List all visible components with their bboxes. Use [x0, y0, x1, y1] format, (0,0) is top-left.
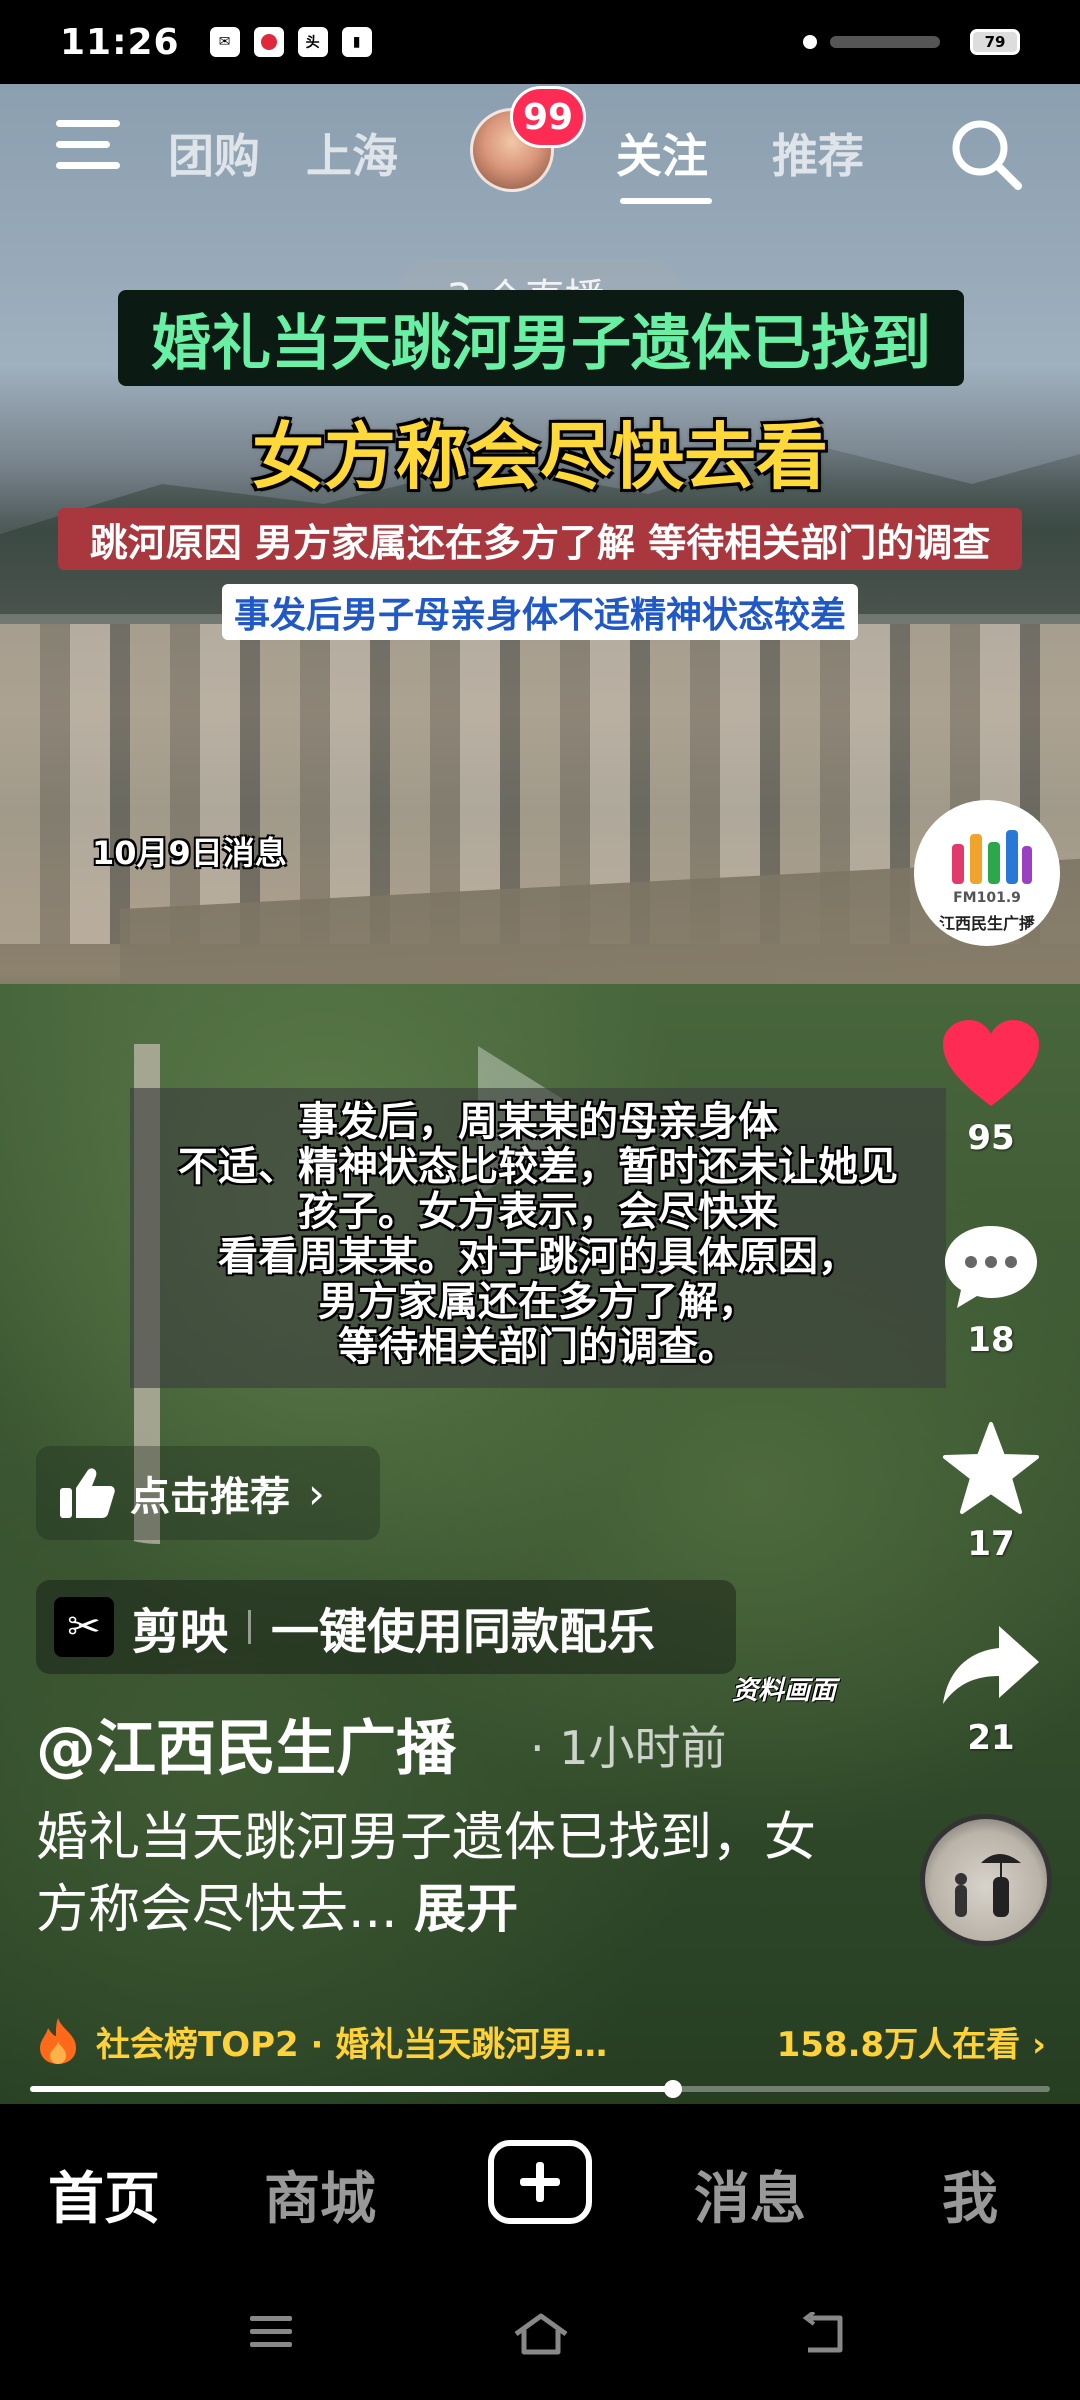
- share-arrow-icon: [943, 1626, 1039, 1704]
- tab-home[interactable]: 首页: [48, 2154, 160, 2235]
- bottom-tab-bar: 首页 商城 消息 我: [0, 2104, 1080, 2274]
- progress-knob[interactable]: [663, 2080, 682, 2098]
- capcut-action-text: 一键使用同款配乐: [271, 1604, 656, 1660]
- create-plus-button[interactable]: [488, 2140, 592, 2224]
- capcut-separator: [248, 1610, 252, 1644]
- progress-bar[interactable]: [30, 2080, 1050, 2098]
- capcut-icon: ✂: [54, 1597, 114, 1657]
- umbrella-figures-icon: [955, 1854, 1021, 1917]
- system-navigation-bar: [0, 2274, 1080, 2400]
- tab-mall[interactable]: 商城: [264, 2154, 376, 2235]
- headline-sub: 女方称会尽快去看: [251, 415, 828, 499]
- radio-logo-icon: [952, 830, 1032, 884]
- caption-line: 事发后，周某某的母亲身体: [298, 1099, 778, 1145]
- tab-group-buy[interactable]: 团购: [168, 120, 260, 186]
- thumbs-up-icon: [60, 1468, 115, 1518]
- caption-line: 看看周某某。对于跳河的具体原因，: [218, 1234, 858, 1280]
- mail-icon: ✉: [209, 27, 240, 57]
- caption-line: 孩子。女方表示，会尽快来: [298, 1189, 778, 1235]
- share-count: 21: [967, 1718, 1015, 1758]
- headline-reason: 跳河原因 男方家属还在多方了解 等待相关部门的调查: [58, 508, 1022, 570]
- viewer-count: 158.8万人在看 ›: [776, 2024, 1046, 2065]
- logo-frequency: FM101.9: [953, 890, 1021, 906]
- toutiao-icon: 头: [297, 27, 328, 57]
- logo-station-name: 江西民生广播: [938, 914, 1035, 933]
- share-button[interactable]: 21: [932, 1620, 1050, 1758]
- expand-link[interactable]: 展开: [414, 1880, 518, 1940]
- video-app-icon: [253, 27, 284, 57]
- headline-main: 婚礼当天跳河男子遗体已找到: [118, 290, 964, 386]
- music-disc[interactable]: [920, 1814, 1052, 1946]
- notification-icons: ✉ 头 ▮: [209, 27, 372, 57]
- comment-count: 18: [967, 1320, 1015, 1360]
- favorite-count: 17: [967, 1524, 1015, 1564]
- favorite-button[interactable]: 17: [932, 1420, 1050, 1564]
- author-name[interactable]: @江西民生广播: [36, 1700, 456, 1787]
- tab-recommended[interactable]: 推荐: [772, 120, 864, 186]
- archive-footage-watermark: 资料画面: [732, 1676, 837, 1706]
- home-icon[interactable]: [512, 2312, 570, 2356]
- caption-line: 男方家属还在多方了解，: [318, 1279, 758, 1325]
- menu-icon[interactable]: [56, 120, 120, 176]
- like-button[interactable]: 95: [932, 1018, 1050, 1158]
- recommend-label: 点击推荐: [130, 1474, 290, 1520]
- progress-fill: [30, 2086, 673, 2092]
- post-time: · 1小时前: [530, 1721, 727, 1775]
- active-tab-indicator: [620, 198, 712, 204]
- star-icon: [943, 1422, 1039, 1514]
- follow-badge: 99: [510, 86, 586, 148]
- search-icon[interactable]: [948, 116, 1024, 192]
- recent-apps-icon[interactable]: [248, 2312, 294, 2352]
- channel-avatar[interactable]: FM101.9 江西民生广播: [914, 800, 1060, 946]
- caption-line: 不适、精神状态比较差，暂时还未让她见: [178, 1144, 898, 1190]
- tab-shanghai[interactable]: 上海: [306, 120, 398, 186]
- system-icons: 79: [800, 29, 1020, 55]
- chevron-right-icon: ›: [308, 1468, 325, 1518]
- clock: 11:26: [60, 21, 180, 63]
- comment-button[interactable]: 18: [932, 1222, 1050, 1360]
- video-description[interactable]: 婚礼当天跳河男子遗体已找到，女方称会尽快去... 展开: [36, 1802, 816, 1946]
- back-icon[interactable]: [800, 2312, 848, 2356]
- tab-me[interactable]: 我: [942, 2154, 998, 2235]
- hot-ranking-text: 社会榜TOP2 · 婚礼当天跳河男…: [96, 2024, 608, 2065]
- tab-following[interactable]: 关注: [616, 120, 708, 186]
- flame-icon: [40, 2018, 76, 2064]
- signal-icon: [803, 35, 940, 49]
- caption-line: 等待相关部门的调查。: [338, 1324, 738, 1370]
- video-caption: 事发后，周某某的母亲身体 不适、精神状态比较差，暂时还未让她见 孩子。女方表示，…: [130, 1100, 946, 1370]
- news-date-label: 10月9日消息: [92, 834, 287, 872]
- hot-ranking-bar[interactable]: 社会榜TOP2 · 婚礼当天跳河男… 158.8万人在看 ›: [36, 2008, 1046, 2074]
- heart-icon: [943, 1020, 1039, 1106]
- capcut-music-bar[interactable]: ✂ 剪映 一键使用同款配乐: [36, 1580, 736, 1674]
- tab-messages[interactable]: 消息: [694, 2154, 806, 2235]
- comment-icon: [945, 1226, 1037, 1308]
- book-icon: ▮: [341, 27, 372, 57]
- plus-icon: [520, 2162, 560, 2202]
- recommend-chip[interactable]: 点击推荐 ›: [36, 1446, 380, 1540]
- status-bar: 11:26 ✉ 头 ▮ 79: [0, 0, 1080, 84]
- like-count: 95: [967, 1118, 1015, 1158]
- battery-icon: 79: [970, 29, 1020, 55]
- headline-mother: 事发后男子母亲身体不适精神状态较差: [222, 584, 858, 640]
- capcut-name: 剪映: [132, 1604, 229, 1660]
